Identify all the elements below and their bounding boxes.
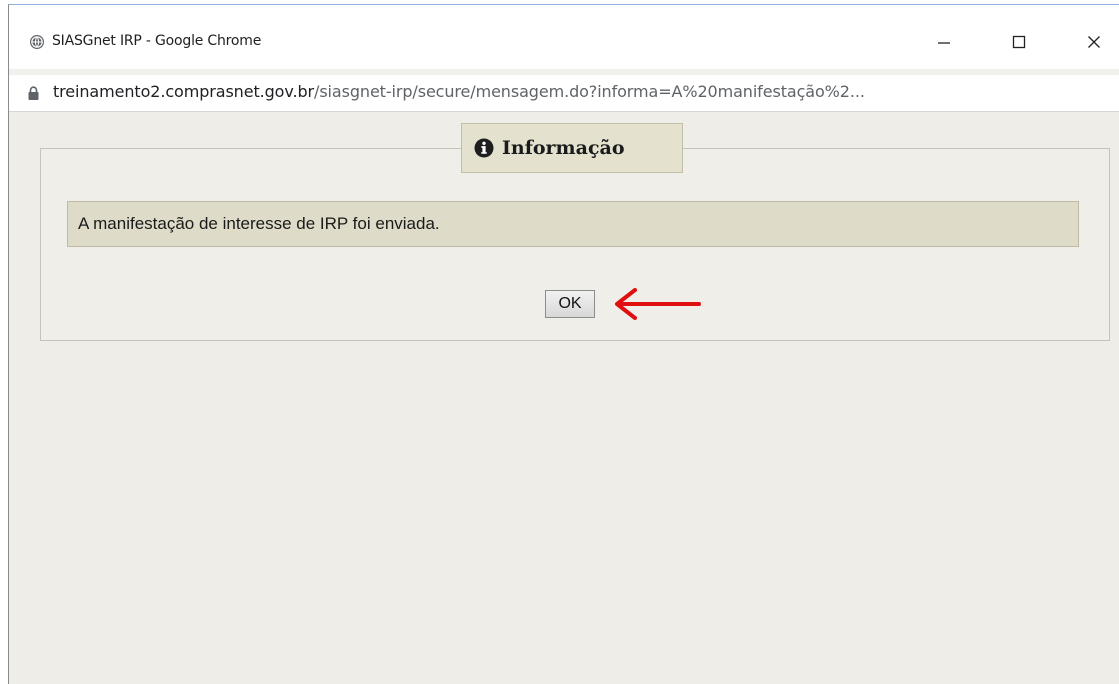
minimize-button[interactable] (921, 29, 967, 59)
url-domain: treinamento2.comprasnet.gov.br (53, 82, 315, 101)
url-text[interactable]: treinamento2.comprasnet.gov.br/siasgnet-… (53, 82, 865, 101)
dialog-title: Informação (502, 137, 625, 159)
page-content: A manifestação de interesse de IRP foi e… (9, 112, 1119, 684)
maximize-icon (1011, 34, 1027, 55)
minimize-icon (936, 34, 952, 55)
message-box: A manifestação de interesse de IRP foi e… (67, 201, 1079, 247)
browser-window: SIASGnet IRP - Google Chrome treinamento… (8, 4, 1119, 684)
address-bar[interactable]: treinamento2.comprasnet.gov.br/siasgnet-… (9, 75, 1119, 112)
info-icon (474, 138, 494, 158)
lock-icon[interactable] (27, 86, 40, 101)
title-bar: SIASGnet IRP - Google Chrome (9, 5, 1119, 69)
arrow-left-icon (611, 286, 703, 322)
info-fieldset: A manifestação de interesse de IRP foi e… (40, 148, 1110, 341)
maximize-button[interactable] (996, 29, 1042, 59)
dialog-legend: Informação (461, 123, 683, 173)
close-button[interactable] (1071, 29, 1117, 59)
message-text: A manifestação de interesse de IRP foi e… (78, 214, 440, 233)
globe-icon (29, 34, 45, 50)
title-row: SIASGnet IRP - Google Chrome (9, 5, 1119, 50)
ok-button[interactable]: OK (545, 290, 595, 318)
url-path: /siasgnet-irp/secure/mensagem.do?informa… (314, 82, 865, 101)
close-icon (1086, 34, 1102, 55)
window-title: SIASGnet IRP - Google Chrome (52, 33, 262, 49)
